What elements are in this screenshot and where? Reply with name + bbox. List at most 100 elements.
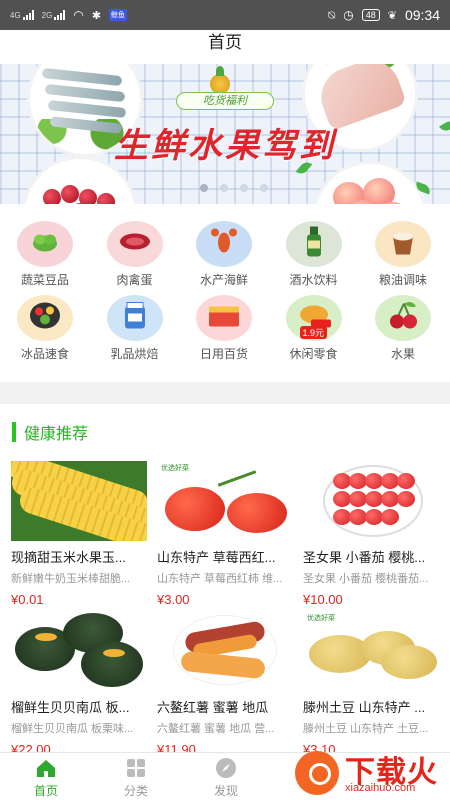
product-price: ¥10.00: [303, 592, 343, 607]
pineapple-icon: [210, 66, 230, 94]
category-item[interactable]: 水果: [358, 295, 448, 362]
tab-label: 首页: [33, 784, 58, 798]
product-image[interactable]: [11, 461, 147, 541]
banner-headline: 生鲜水果驾到: [114, 126, 336, 166]
category-label: 水产海鲜: [199, 273, 248, 287]
category-item[interactable]: 1.9元休闲零食: [269, 295, 359, 362]
recommend-section: 健康推荐 现摘甜玉米水果玉... 新鲜嫩牛奶玉米棒甜脆... ¥0.01 优选好菜 山东…: [0, 404, 450, 757]
milk-icon: [106, 295, 163, 341]
category-label: 休闲零食: [289, 347, 338, 361]
category-item[interactable]: 水产海鲜: [179, 221, 269, 288]
pager-dot[interactable]: [200, 184, 208, 192]
category-label: 水果: [390, 347, 415, 361]
product-name: 滕州土豆 山东特产 ...: [303, 700, 426, 715]
tab-label: 分类: [123, 784, 148, 798]
vegetable-icon: [17, 221, 73, 267]
category-label: 粮油调味: [378, 273, 427, 287]
lunchbox-icon: [17, 295, 73, 341]
pager-dot[interactable]: [260, 184, 268, 192]
product-name: 山东特产 草莓西红...: [157, 550, 276, 565]
section-divider: [0, 382, 450, 404]
wifi-icon: ◠: [73, 8, 84, 22]
product-desc: 圣女果 小番茄 樱桃番茄...: [303, 573, 429, 585]
mute-icon: ⍉: [328, 7, 336, 22]
product-image[interactable]: [303, 461, 439, 541]
leaf-icon: ❦: [387, 9, 397, 22]
compass-icon: [215, 757, 237, 779]
category-label: 酒水饮料: [289, 273, 338, 287]
category-label: 日用百货: [199, 347, 248, 361]
category-grid: 蔬菜豆品 肉禽蛋 水产海鲜 酒水饮料 粮油调味 冰品速食 乳品烘焙 日用百货 1.9元 休闲零食水…: [0, 208, 450, 380]
page-title: 首页: [0, 30, 450, 60]
category-label: 冰品速食: [20, 347, 69, 361]
clock-time: 09:34: [404, 7, 440, 23]
product-name: 六鳌红薯 蜜薯 地瓜: [157, 700, 269, 715]
category-label: 乳品烘焙: [110, 347, 159, 361]
home-icon: [35, 757, 57, 779]
beer-icon: [285, 221, 342, 267]
product-image[interactable]: 优选好菜: [157, 461, 293, 541]
product-card[interactable]: 现摘甜玉米水果玉... 新鲜嫩牛奶玉米棒甜脆... ¥0.01: [11, 461, 147, 607]
watermark-logo: 下载火 xiazaihuo.com: [285, 745, 450, 800]
category-label: 蔬菜豆品: [20, 273, 69, 287]
grid-icon: [125, 757, 147, 779]
promo-banner[interactable]: 吃货福利 生鲜水果驾到: [0, 64, 450, 204]
product-card[interactable]: 榴鲜生贝贝南瓜 板... 榴鲜生贝贝南瓜 板栗味... ¥22.00: [11, 611, 147, 757]
bluetooth-icon: ✱: [91, 9, 102, 22]
alarm-icon: ◷: [343, 8, 354, 22]
pager-dot[interactable]: [220, 184, 228, 192]
product-name: 圣女果 小番茄 樱桃...: [303, 550, 426, 565]
category-item[interactable]: 粮油调味: [358, 221, 448, 288]
box-icon: [196, 295, 252, 341]
download-flame-icon: [295, 751, 339, 795]
product-name: 榴鲜生贝贝南瓜 板...: [11, 700, 130, 715]
product-desc: 新鲜嫩牛奶玉米棒甜脆...: [11, 573, 131, 585]
rice-jar-icon: [375, 221, 431, 267]
product-name: 现摘甜玉米水果玉...: [11, 550, 126, 565]
watermark-url: xiazaihuo.com: [345, 782, 416, 794]
category-item[interactable]: 冰品速食: [0, 295, 90, 362]
product-card[interactable]: 优选好菜 滕州土豆 山东特产 ... 滕州土豆 山东特产 土豆... ¥3.10: [303, 611, 439, 757]
section-header: 健康推荐: [12, 421, 88, 443]
category-item[interactable]: 蔬菜豆品: [0, 221, 90, 288]
app-screen: 4G 2G ◠ ✱ 鲸鱼 ⍉ ◷ 48 ❦ 09:34 首页 吃货福利 生鲜水果…: [0, 0, 450, 800]
signal-icon: 4G: [10, 10, 34, 20]
product-desc: 六鳌红薯 蜜薯 地瓜 营...: [157, 723, 275, 735]
product-card[interactable]: 圣女果 小番茄 樱桃... 圣女果 小番茄 樱桃番茄... ¥10.00: [303, 461, 439, 607]
tab-category[interactable]: 分类: [106, 757, 166, 799]
product-price: ¥3.00: [157, 592, 190, 607]
banner-pager: [200, 184, 268, 192]
lobster-icon: [196, 221, 252, 267]
snack-icon: 1.9元: [285, 295, 342, 341]
product-price: ¥0.01: [11, 592, 44, 607]
pager-dot[interactable]: [240, 184, 248, 192]
product-image[interactable]: [11, 611, 147, 691]
category-item[interactable]: 日用百货: [179, 295, 269, 362]
app-notification-icon: 鲸鱼: [109, 9, 128, 21]
cherry-icon: [375, 295, 431, 341]
status-bar: 4G 2G ◠ ✱ 鲸鱼 ⍉ ◷ 48 ❦ 09:34: [0, 0, 450, 30]
banner-ribbon: 吃货福利: [176, 92, 274, 110]
category-label: 肉禽蛋: [116, 273, 153, 287]
tab-label: 发现: [213, 784, 238, 798]
signal-type-label-2: 2G: [41, 11, 53, 20]
signal-icon-2: 2G: [42, 10, 66, 20]
price-badge: 1.9元: [299, 326, 328, 339]
tab-home[interactable]: 首页: [16, 757, 76, 799]
product-image[interactable]: [157, 611, 293, 691]
product-desc: 榴鲜生贝贝南瓜 板栗味...: [11, 723, 134, 735]
section-title: 健康推荐: [24, 426, 89, 443]
product-card[interactable]: 优选好菜山东特产 草莓西红... 山东特产 草莓西红柿 维... ¥3.00: [157, 461, 293, 607]
tab-discover[interactable]: 发现: [196, 757, 256, 799]
product-desc: 山东特产 草莓西红柿 维...: [157, 573, 283, 585]
product-image[interactable]: 优选好菜: [303, 611, 439, 691]
meat-icon: [106, 221, 163, 267]
category-item[interactable]: 乳品烘焙: [90, 295, 180, 362]
product-card[interactable]: 六鳌红薯 蜜薯 地瓜 六鳌红薯 蜜薯 地瓜 营... ¥11.90: [157, 611, 293, 757]
peach-plate-image: [315, 164, 425, 204]
battery-icon: 48: [361, 9, 380, 21]
section-accent-bar: [12, 422, 16, 442]
product-desc: 滕州土豆 山东特产 土豆...: [303, 723, 429, 735]
category-item[interactable]: 肉禽蛋: [90, 221, 180, 288]
category-item[interactable]: 酒水饮料: [269, 221, 359, 288]
